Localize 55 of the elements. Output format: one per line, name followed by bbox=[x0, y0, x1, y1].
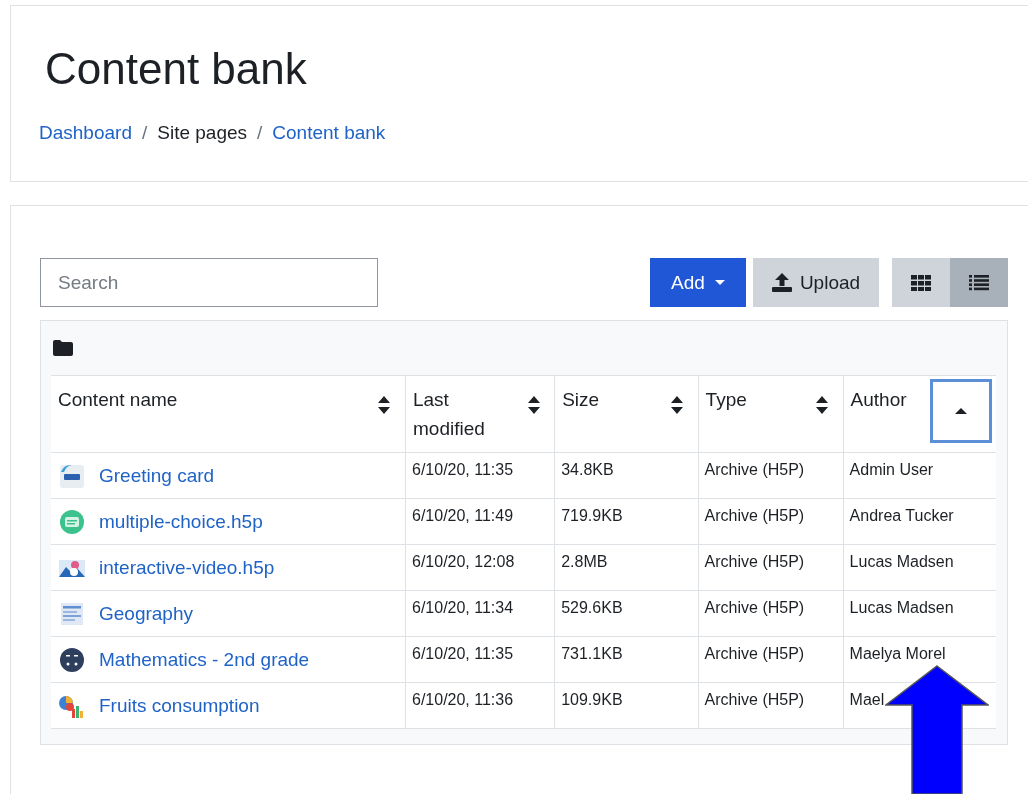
table-cell: 6/10/20, 11:34 bbox=[405, 590, 555, 637]
breadcrumb-link[interactable]: Dashboard bbox=[39, 122, 132, 144]
column-title: Last modified bbox=[413, 388, 486, 441]
table-cell: 6/10/20, 11:36 bbox=[405, 682, 555, 729]
upload-icon bbox=[771, 273, 792, 292]
page-title: Content bank bbox=[45, 43, 308, 95]
table-cell: Andrea Tucker bbox=[843, 498, 996, 545]
table-cell: Archive (H5P) bbox=[698, 590, 844, 637]
table-cell: Archive (H5P) bbox=[698, 636, 844, 683]
dots-circle-icon bbox=[57, 645, 87, 674]
circle-icon bbox=[57, 507, 87, 536]
grid-view-button[interactable] bbox=[892, 258, 950, 307]
content-link[interactable]: multiple-choice.h5p bbox=[99, 510, 263, 533]
table-cell: 6/10/20, 11:35 bbox=[405, 452, 555, 499]
breadcrumb-link[interactable]: Content bank bbox=[272, 122, 386, 144]
sort-icon bbox=[814, 395, 829, 415]
table-cell: 6/10/20, 11:35 bbox=[405, 636, 555, 683]
table-cell: Lucas Madsen bbox=[843, 590, 996, 637]
sort-ascending-icon bbox=[954, 407, 968, 415]
column-title: Type bbox=[705, 388, 747, 412]
content-link[interactable]: interactive-video.h5p bbox=[99, 556, 275, 579]
content-link[interactable]: Greeting card bbox=[99, 464, 215, 487]
table-cell: Archive (H5P) bbox=[698, 544, 844, 591]
column-title: Author bbox=[850, 388, 907, 412]
table-cell: 34.8KB bbox=[554, 452, 699, 499]
table-cell: 6/10/20, 11:49 bbox=[405, 498, 555, 545]
content-link[interactable]: Geography bbox=[99, 602, 193, 625]
table-cell: Archive (H5P) bbox=[698, 452, 844, 499]
breadcrumb-separator: / bbox=[257, 122, 263, 144]
table-cell: Lucas Madsen bbox=[843, 544, 996, 591]
folder-icon bbox=[53, 340, 73, 356]
sort-icon bbox=[669, 395, 684, 415]
breadcrumb-separator: / bbox=[141, 122, 148, 144]
table-cell: Archive (H5P) bbox=[698, 682, 844, 729]
caret-icon bbox=[714, 279, 725, 286]
upload-button[interactable]: Upload bbox=[753, 258, 879, 307]
table-cell: Admin User bbox=[843, 452, 996, 499]
content-link[interactable]: Mathematics - 2nd grade bbox=[99, 648, 310, 671]
sort-icon bbox=[526, 395, 541, 415]
table-cell: 109.9KB bbox=[554, 682, 699, 729]
table-cell: 529.6KB bbox=[554, 590, 699, 637]
table-cell: 2.8MB bbox=[554, 544, 699, 591]
breadcrumb-item: Site pages bbox=[157, 122, 248, 144]
sort-icon bbox=[377, 395, 391, 415]
table-cell: Archive (H5P) bbox=[698, 498, 844, 545]
column-title: Content name bbox=[58, 388, 178, 412]
search-field[interactable]: Search bbox=[40, 258, 378, 307]
table-cell: 6/10/20, 12:08 bbox=[405, 544, 555, 591]
list-icon bbox=[969, 274, 989, 291]
grid-icon bbox=[911, 274, 931, 291]
column-title: Size bbox=[562, 388, 600, 412]
add-button[interactable]: Add bbox=[650, 258, 746, 307]
list-view-button[interactable] bbox=[950, 258, 1008, 307]
table-cell: 731.1KB bbox=[554, 636, 699, 683]
table-cell: 719.9KB bbox=[554, 498, 699, 545]
